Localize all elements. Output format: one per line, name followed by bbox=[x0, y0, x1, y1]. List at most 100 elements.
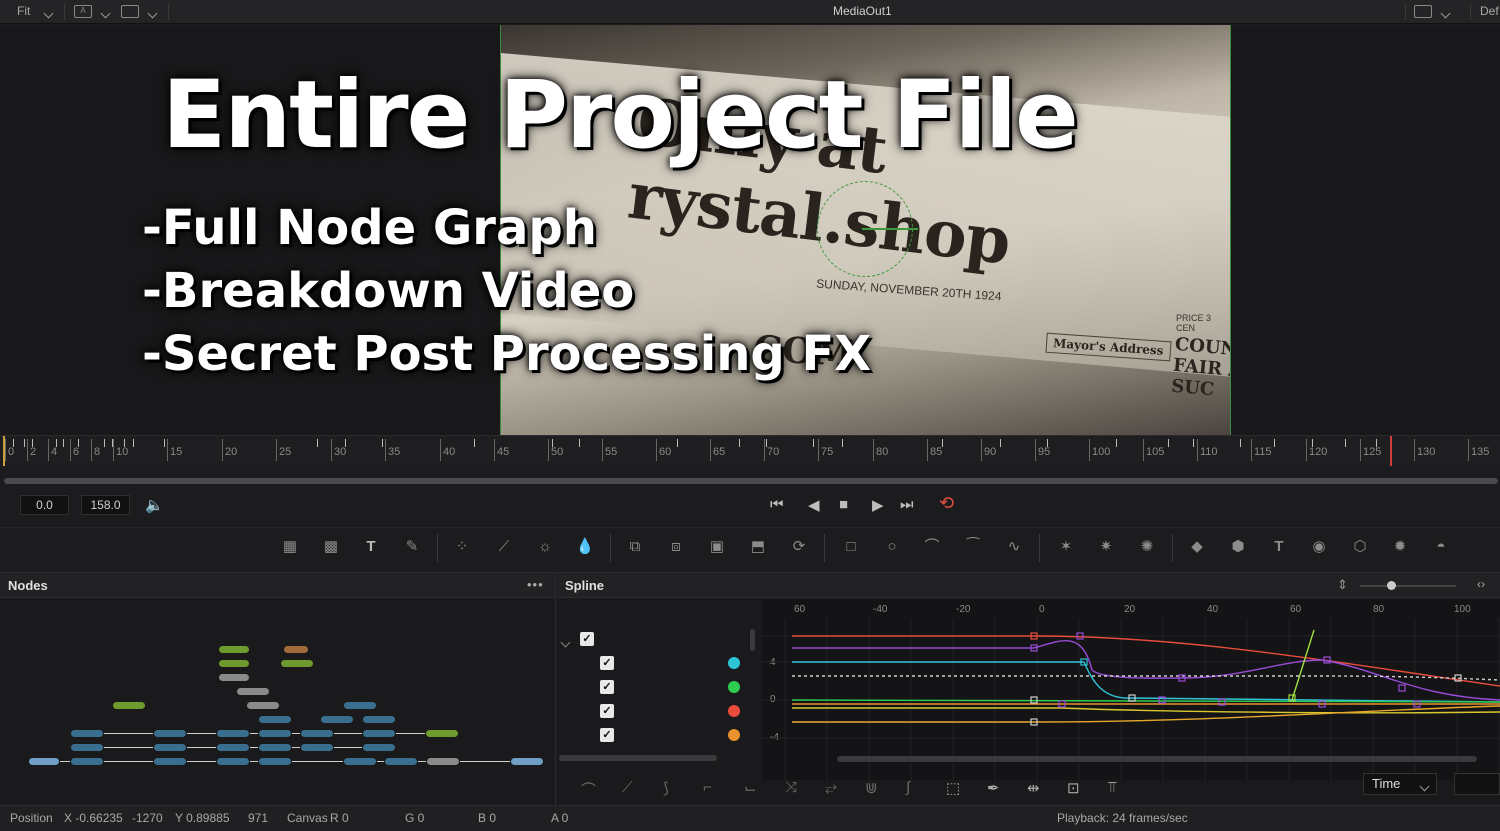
node-blue[interactable] bbox=[362, 715, 396, 724]
nodes-panel[interactable]: Nodes ••• bbox=[0, 572, 556, 805]
bspline-mask-icon[interactable]: ⁀ bbox=[962, 538, 984, 556]
text-tool-icon[interactable]: T bbox=[360, 538, 382, 556]
node-blue[interactable] bbox=[258, 715, 292, 724]
channel-color-dot[interactable] bbox=[728, 705, 740, 717]
fit-width-icon[interactable]: ‹› bbox=[1477, 577, 1485, 591]
time-value-field[interactable] bbox=[1454, 773, 1500, 795]
layout-label[interactable]: Def bbox=[1480, 4, 1499, 18]
graph-h-scrollbar[interactable] bbox=[837, 756, 1477, 762]
node-blue[interactable] bbox=[384, 757, 418, 766]
viewer-options-icon[interactable] bbox=[1414, 5, 1432, 18]
saver-tool-icon[interactable]: ⟳ bbox=[788, 538, 810, 556]
node-gray[interactable] bbox=[218, 673, 250, 682]
node-blue[interactable] bbox=[343, 757, 377, 766]
channel-checkbox[interactable]: ✓ bbox=[600, 704, 614, 718]
playhead[interactable] bbox=[1390, 436, 1392, 466]
background-tool-icon[interactable]: ▦ bbox=[279, 538, 301, 556]
loop-relative-icon[interactable]: ⋓ bbox=[865, 779, 878, 797]
render-start-marker[interactable] bbox=[3, 436, 5, 466]
channel-color-dot[interactable] bbox=[728, 657, 740, 669]
keyframe-point[interactable] bbox=[1398, 684, 1406, 692]
color-curves-tool-icon[interactable]: ⟋ bbox=[493, 538, 515, 556]
spline-graph[interactable]: 60-40-2002040608010040-4 bbox=[762, 600, 1500, 780]
wand-mask-icon[interactable]: ∿ bbox=[1003, 538, 1025, 556]
loop-icon[interactable]: ⟲ bbox=[939, 493, 954, 514]
channel-color-dot[interactable] bbox=[728, 729, 740, 741]
collapse-arrow-icon[interactable] bbox=[560, 633, 571, 651]
go-to-end-icon[interactable]: ⏭ bbox=[900, 496, 914, 513]
zoom-slider-handle[interactable] bbox=[1387, 581, 1396, 590]
zoom-slider[interactable] bbox=[1360, 585, 1456, 587]
node-blue[interactable] bbox=[258, 729, 292, 738]
zoom-fit-label[interactable]: Fit bbox=[17, 4, 30, 18]
ping-pong-icon[interactable]: ⥂ bbox=[825, 779, 837, 796]
panel-menu-icon[interactable]: ••• bbox=[527, 577, 544, 592]
stop-icon[interactable]: ■ bbox=[839, 496, 848, 513]
linear-icon[interactable]: ⟋ bbox=[622, 779, 633, 796]
node-blue[interactable] bbox=[216, 729, 250, 738]
particle-emitter-icon[interactable]: ✶ bbox=[1055, 538, 1077, 556]
channel-color-dot[interactable] bbox=[728, 681, 740, 693]
node-media-out[interactable] bbox=[510, 757, 544, 766]
merge-3d-icon[interactable]: ⬢ bbox=[1227, 538, 1249, 556]
node-blue[interactable] bbox=[70, 757, 104, 766]
chevron-down-icon[interactable] bbox=[100, 6, 111, 20]
smooth-icon[interactable]: ⌒ bbox=[581, 779, 596, 800]
particle-tool-icon[interactable]: ⁘ bbox=[451, 538, 473, 556]
shape-box-icon[interactable]: ⊡ bbox=[1067, 779, 1080, 797]
camera-3d-icon[interactable]: ◉ bbox=[1308, 538, 1330, 556]
spline-panel[interactable]: Spline ⇕ ‹› ✓ ✓ ✓ ✓ ✓ 60 -40 -20 0 20 40 60 80 1… bbox=[557, 572, 1500, 805]
node-blue[interactable] bbox=[258, 757, 292, 766]
time-mode-select[interactable]: Time bbox=[1363, 773, 1437, 795]
particle-render-icon[interactable]: ✷ bbox=[1095, 538, 1117, 556]
node-gray[interactable] bbox=[246, 701, 280, 710]
ellipse-mask-icon[interactable]: ○ bbox=[881, 538, 903, 556]
cube-3d-icon[interactable]: ⬡ bbox=[1349, 538, 1371, 556]
node-graph[interactable] bbox=[0, 599, 556, 806]
rectangle-mask-icon[interactable]: □ bbox=[840, 538, 862, 556]
paint-tool-icon[interactable]: ✎ bbox=[401, 538, 423, 556]
node-green[interactable] bbox=[218, 645, 250, 654]
node-blue[interactable] bbox=[362, 743, 396, 752]
node-green[interactable] bbox=[280, 659, 314, 668]
time-stretch-icon[interactable]: ⇹ bbox=[1027, 779, 1040, 797]
node-green[interactable] bbox=[425, 729, 459, 738]
node-loader[interactable] bbox=[28, 757, 60, 766]
invert-icon[interactable]: ⟆ bbox=[663, 779, 669, 797]
channel-checkbox[interactable]: ✓ bbox=[580, 632, 594, 646]
merge-tool-icon[interactable]: ⧉ bbox=[624, 538, 646, 556]
channel-checkbox[interactable]: ✓ bbox=[600, 656, 614, 670]
step-back-icon[interactable]: ◀ bbox=[808, 496, 820, 514]
node-blue[interactable] bbox=[362, 729, 396, 738]
play-icon[interactable]: ▶ bbox=[872, 496, 884, 514]
node-blue[interactable] bbox=[216, 743, 250, 752]
spline-curve-cyan[interactable] bbox=[792, 661, 1500, 703]
reverse-icon[interactable]: ⤨ bbox=[785, 779, 797, 796]
node-green[interactable] bbox=[112, 701, 146, 710]
text-3d-icon[interactable]: T bbox=[1268, 538, 1290, 556]
step-in-icon[interactable]: ⌐ bbox=[703, 779, 712, 796]
channel-checkbox[interactable]: ✓ bbox=[600, 680, 614, 694]
polygon-mask-icon[interactable]: ⌒ bbox=[921, 538, 943, 556]
node-blue[interactable] bbox=[70, 729, 104, 738]
monitor-icon[interactable] bbox=[121, 5, 139, 18]
show-keymarkers-icon[interactable]: ⫪ bbox=[1108, 779, 1116, 796]
node-blue[interactable] bbox=[153, 743, 187, 752]
node-blue[interactable] bbox=[300, 743, 334, 752]
chevron-down-icon[interactable] bbox=[43, 6, 54, 20]
chevron-down-icon[interactable] bbox=[147, 6, 158, 20]
time-scrollbar[interactable] bbox=[4, 478, 1498, 484]
speaker-icon[interactable]: 🔈 bbox=[145, 496, 164, 514]
particle-force-icon[interactable]: ✺ bbox=[1136, 538, 1158, 556]
transform-widget[interactable] bbox=[817, 181, 918, 277]
matte-control-tool-icon[interactable]: ▣ bbox=[706, 538, 728, 556]
channel-booleans-tool-icon[interactable]: ⧈ bbox=[665, 538, 687, 556]
node-green[interactable] bbox=[218, 659, 250, 668]
go-to-start-icon[interactable]: ⏮ bbox=[770, 496, 784, 513]
time-ruler[interactable]: 0 2 4 6 8 10 15 20 25 30 35 40 45 50 55 60 65 70 75 80 85 90 9… bbox=[0, 435, 1500, 466]
add-point-icon[interactable]: ✒ bbox=[987, 779, 1000, 797]
node-blue[interactable] bbox=[343, 701, 377, 710]
brightness-tool-icon[interactable]: ☼ bbox=[534, 538, 556, 556]
node-blue[interactable] bbox=[300, 729, 334, 738]
end-time-field[interactable]: 158.0 bbox=[81, 495, 130, 515]
